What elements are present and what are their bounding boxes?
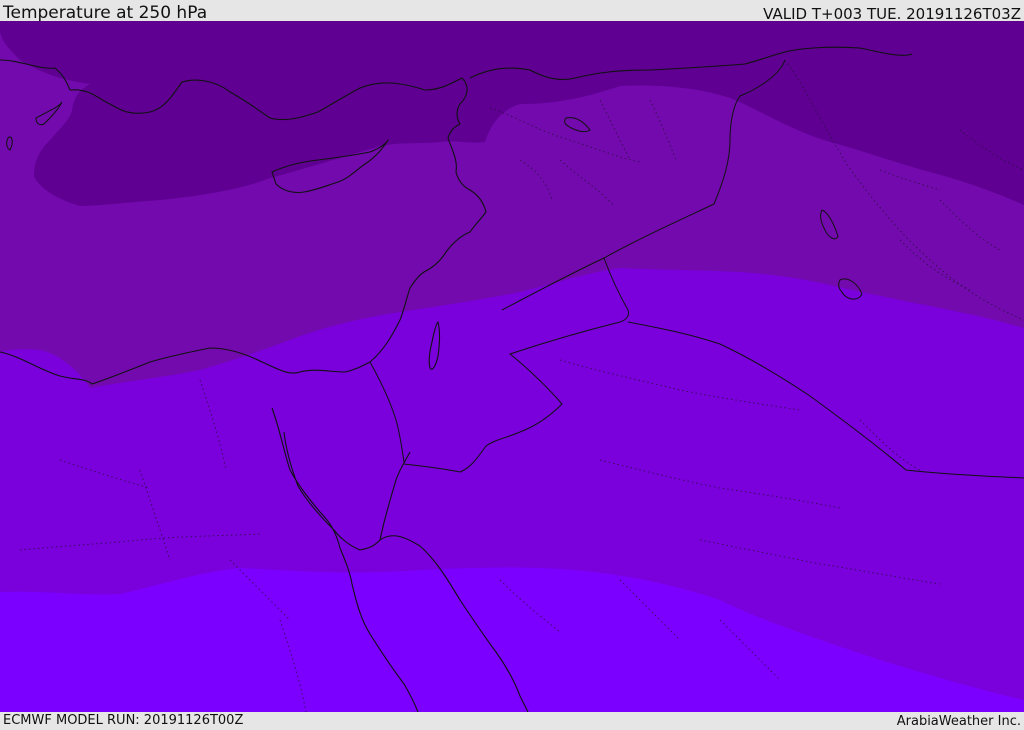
footer-bar: ECMWF MODEL RUN: 20191126T00Z ArabiaWeat…: [0, 712, 1024, 729]
credit-label: ArabiaWeather Inc.: [896, 714, 1021, 729]
model-run-label: ECMWF MODEL RUN: 20191126T00Z: [3, 713, 244, 728]
map-canvas: [0, 21, 1024, 712]
temperature-map: [0, 21, 1024, 712]
header-bar: Temperature at 250 hPa VALID T+003 TUE. …: [0, 0, 1024, 23]
